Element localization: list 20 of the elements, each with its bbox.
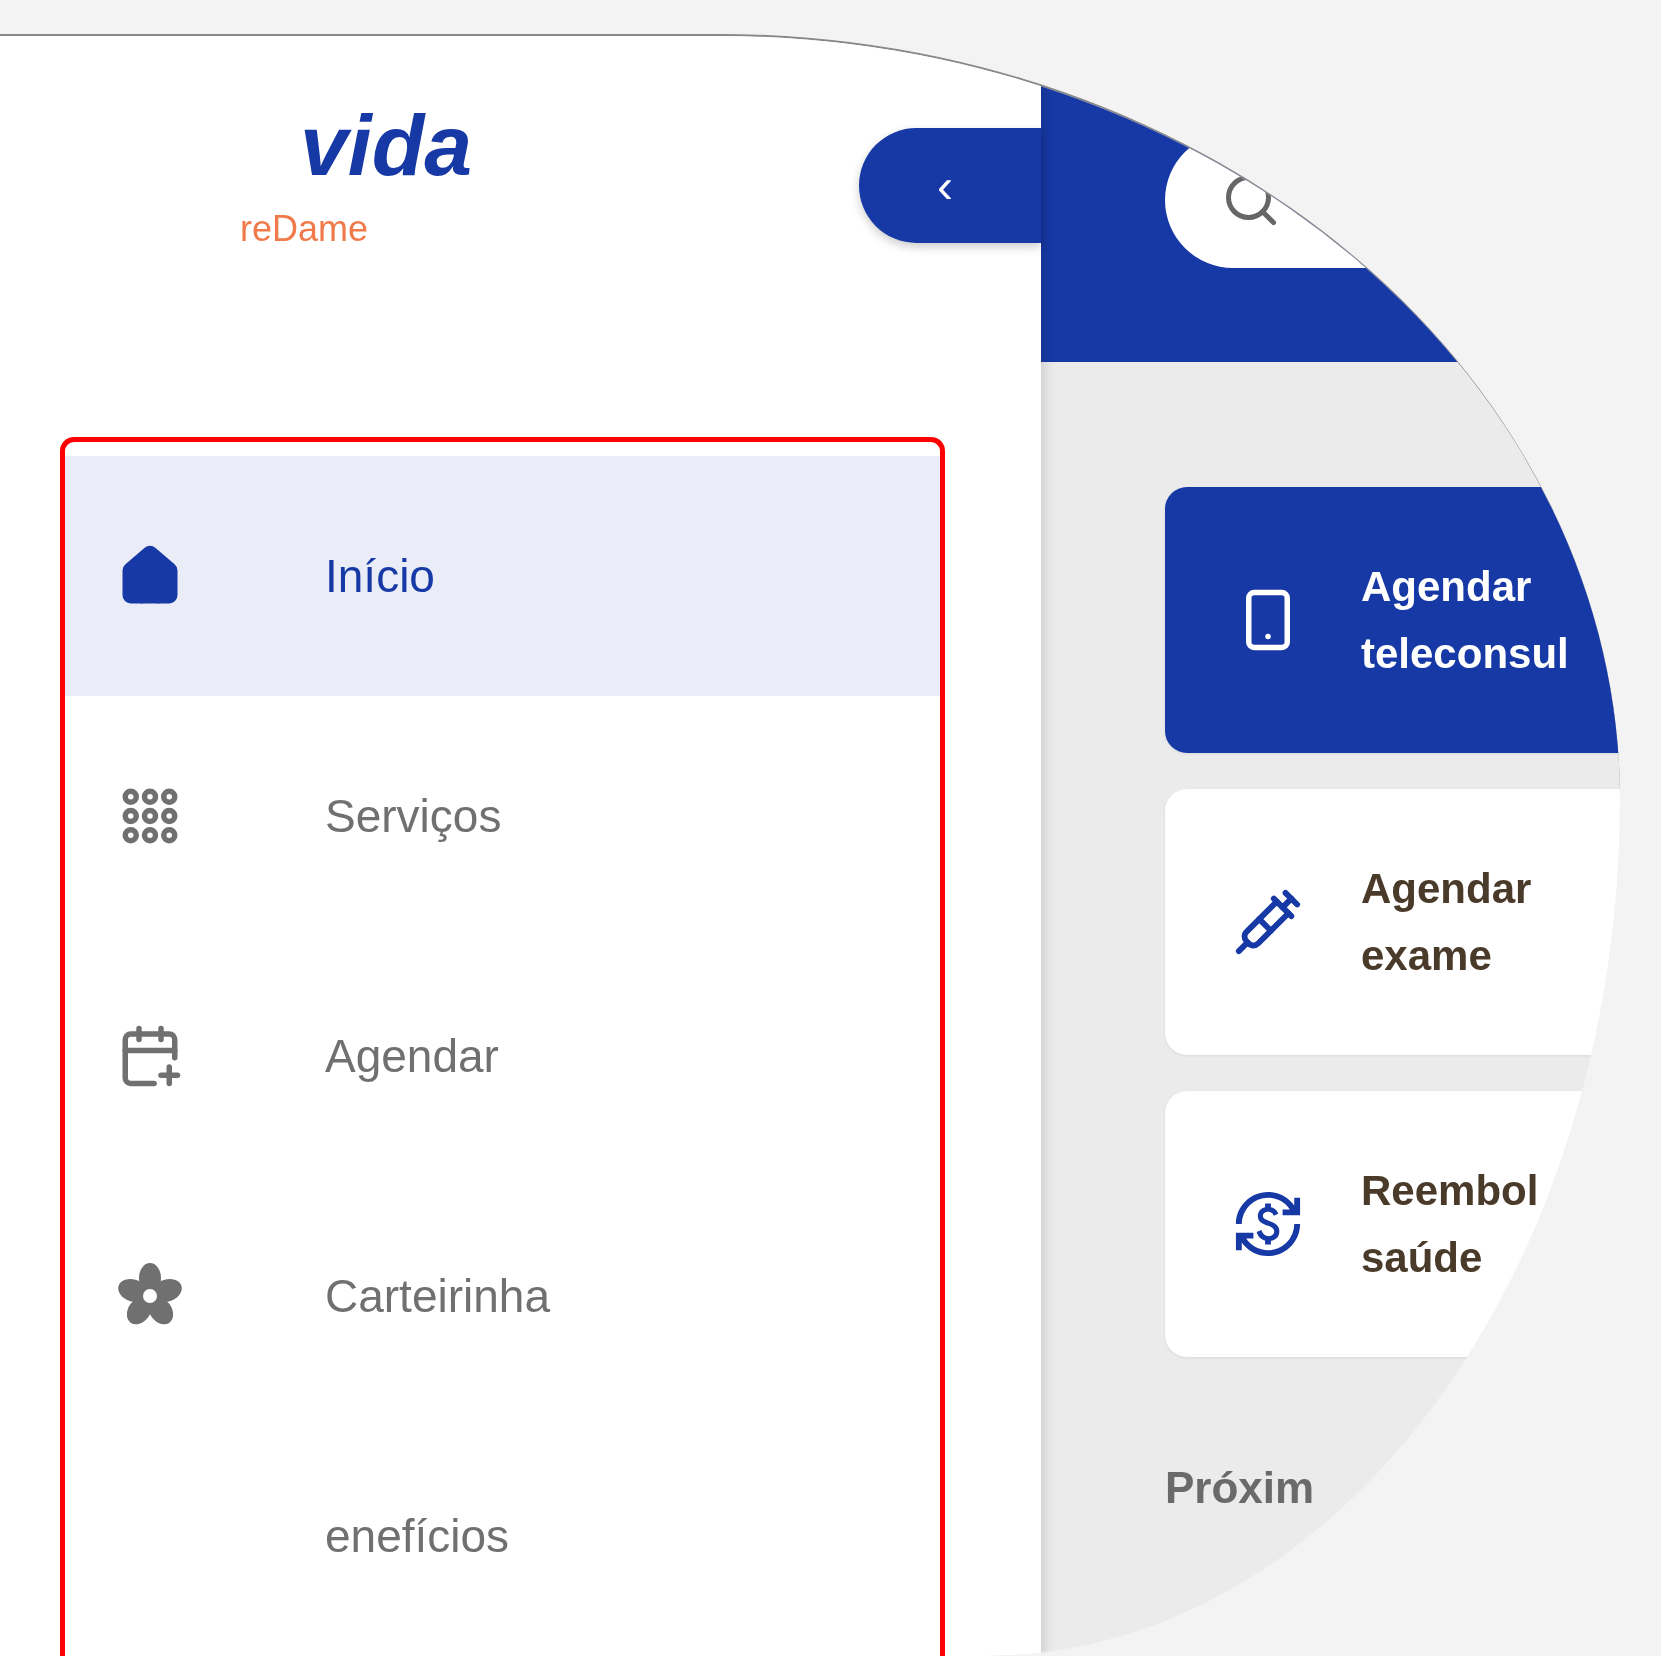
- nav-item[interactable]: Agendar: [65, 936, 940, 1176]
- nav-item[interactable]: Início: [65, 456, 940, 696]
- nav-label: enefícios: [325, 1509, 510, 1563]
- logo-wordmark: vida: [300, 102, 473, 188]
- collapse-button[interactable]: ‹: [859, 128, 1041, 243]
- nav-label: Serviços: [325, 789, 502, 843]
- action-card[interactable]: Agendar exame: [1165, 789, 1620, 1055]
- nav-label: Início: [325, 549, 435, 603]
- action-card[interactable]: Agendar teleconsul: [1165, 487, 1620, 753]
- nav-label: Agendar: [325, 1029, 499, 1083]
- nav-label: Carteirinha: [325, 1269, 550, 1323]
- section-title: Próxim: [1165, 1463, 1316, 1513]
- nav-item[interactable]: Carteirinha: [65, 1176, 940, 1416]
- syringe-icon: [1233, 887, 1303, 957]
- action-label: Agendar exame: [1361, 863, 1533, 981]
- action-label: Reembol saúde: [1361, 1165, 1540, 1283]
- nav-item[interactable]: Serviços: [65, 696, 940, 936]
- logo-tagline: reDame: [240, 208, 370, 250]
- action-label: Agendar teleconsul: [1361, 561, 1570, 679]
- nav-item[interactable]: enefícios: [65, 1416, 940, 1656]
